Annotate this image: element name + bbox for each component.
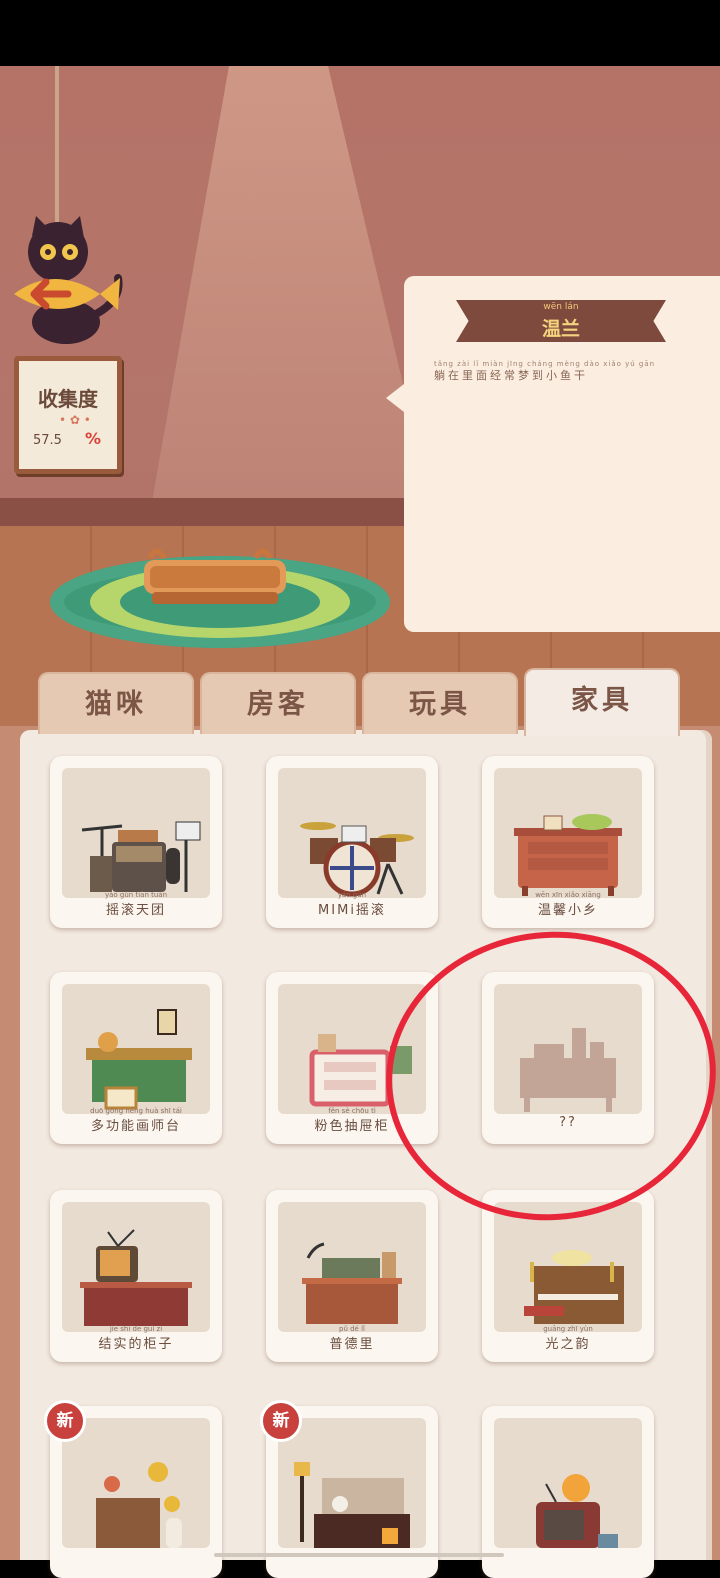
item-pinyin: yáo gǔn bbox=[337, 891, 367, 899]
item-card-new[interactable]: 新 bbox=[44, 1400, 222, 1578]
item-name-ribbon: wēn lán 温兰 bbox=[456, 300, 666, 342]
tea-set-icon bbox=[294, 1462, 410, 1548]
tab-cats[interactable]: 猫咪 bbox=[38, 672, 194, 734]
item-name-label: 结实的柜子 bbox=[98, 1337, 174, 1352]
tab-tenants[interactable]: 房客 bbox=[200, 672, 356, 734]
item-name-pinyin: wēn lán bbox=[543, 302, 579, 312]
item-card[interactable]: yáo gǔn MIMi摇滚 bbox=[266, 756, 438, 928]
dresser-icon bbox=[514, 814, 622, 896]
new-badge: 新 bbox=[44, 1400, 86, 1442]
item-card[interactable]: yáo gǔn tiān tuán 摇滚天团 bbox=[50, 756, 222, 928]
item-detail-panel: wēn lán 温兰 tǎng zài lǐ miàn jīng cháng m… bbox=[386, 276, 720, 632]
new-badge: 新 bbox=[260, 1400, 302, 1442]
item-pinyin: duō gōng néng huà shī tái bbox=[90, 1107, 182, 1115]
item-card[interactable]: wēn xīn xiǎo xiāng 温馨小乡 bbox=[482, 756, 654, 928]
tab-toys[interactable]: 玩具 bbox=[362, 672, 518, 734]
back-cat-icon[interactable] bbox=[10, 216, 130, 346]
item-card[interactable]: duō gōng néng huà shī tái 多功能画师台 bbox=[50, 972, 222, 1144]
art-desk-icon bbox=[86, 1009, 192, 1110]
collection-value: 57.5 bbox=[33, 433, 62, 448]
item-name: 温兰 bbox=[541, 318, 580, 340]
item-name-label: MIMi摇滚 bbox=[318, 903, 386, 918]
piano-icon bbox=[524, 1250, 624, 1324]
drum-kit-icon bbox=[300, 822, 414, 897]
basket-bed-icon bbox=[144, 548, 286, 604]
item-pinyin: wēn xīn xiǎo xiāng bbox=[535, 891, 601, 899]
tab-furniture[interactable]: 家具 bbox=[524, 668, 680, 736]
collection-title: 收集度 bbox=[38, 387, 98, 411]
item-name-label: 摇滚天团 bbox=[105, 903, 166, 918]
item-description: 躺在里面经常梦到小鱼干 bbox=[434, 369, 588, 382]
writing-desk-icon bbox=[302, 1242, 402, 1324]
item-pinyin: pǔ dé lǐ bbox=[339, 1325, 365, 1333]
item-name-label: 多功能画师台 bbox=[90, 1119, 181, 1134]
collection-unit: % bbox=[85, 429, 102, 448]
cabinet-tv-icon bbox=[80, 1229, 192, 1326]
old-tv-icon bbox=[536, 1474, 618, 1548]
home-indicator[interactable] bbox=[214, 1553, 504, 1557]
item-card[interactable] bbox=[482, 1406, 654, 1578]
hanging-rope bbox=[55, 66, 59, 226]
item-name-label: 温馨小乡 bbox=[537, 903, 598, 918]
flower-cabinet-icon bbox=[96, 1462, 182, 1548]
item-name-label: 普德里 bbox=[329, 1337, 375, 1352]
item-pinyin: yáo gǔn tiān tuán bbox=[104, 891, 168, 899]
collection-card[interactable]: 收集度 • ✿ • 57.5 % bbox=[14, 356, 122, 474]
item-card[interactable]: pǔ dé lǐ 普德里 bbox=[266, 1190, 438, 1362]
item-pinyin: jiē shí de guì zi bbox=[109, 1325, 163, 1333]
rock-band-icon bbox=[81, 821, 201, 892]
item-name-label: 光之韵 bbox=[545, 1337, 591, 1352]
paw-icon: • ✿ • bbox=[59, 413, 91, 427]
item-card[interactable]: jiē shí de guì zi 结实的柜子 bbox=[50, 1190, 222, 1362]
item-pinyin: guāng zhī yùn bbox=[543, 1325, 593, 1333]
